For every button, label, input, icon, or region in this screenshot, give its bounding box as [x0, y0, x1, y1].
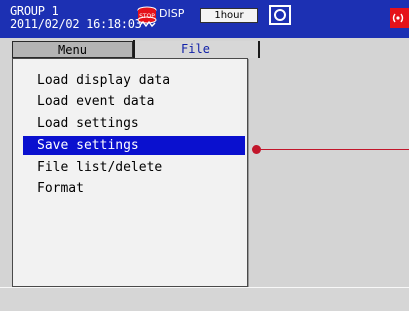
menu-item-load-event-data[interactable]: Load event data	[23, 92, 245, 111]
date-time: 2011/02/02 16:18:03	[10, 17, 142, 31]
recorder-screen: GROUP 1 2011/02/02 16:18:03 STOP DISP 1h…	[0, 0, 409, 311]
file-menu-panel: Load display data Load event data Load s…	[12, 58, 248, 287]
display-mode-label: DISP	[159, 7, 185, 20]
menu-item-file-list-delete[interactable]: File list/delete	[23, 158, 245, 177]
svg-text:STOP: STOP	[139, 13, 155, 20]
time-division-box[interactable]: 1hour	[200, 8, 258, 23]
pointer-line	[256, 149, 409, 150]
media-icon	[269, 5, 291, 25]
status-header: GROUP 1 2011/02/02 16:18:03 STOP DISP 1h…	[0, 0, 409, 38]
menu-item-format[interactable]: Format	[23, 179, 245, 198]
stop-recording-icon: STOP	[137, 6, 157, 28]
alarm-icon	[390, 8, 409, 28]
tab-menu[interactable]: Menu	[12, 41, 133, 58]
tab-divider	[133, 40, 135, 59]
tab-file[interactable]: File	[133, 41, 260, 58]
menu-item-save-settings[interactable]: Save settings	[23, 136, 245, 155]
menu-item-load-settings[interactable]: Load settings	[23, 114, 245, 133]
status-bar	[0, 288, 409, 311]
menu-item-load-display-data[interactable]: Load display data	[23, 71, 245, 90]
